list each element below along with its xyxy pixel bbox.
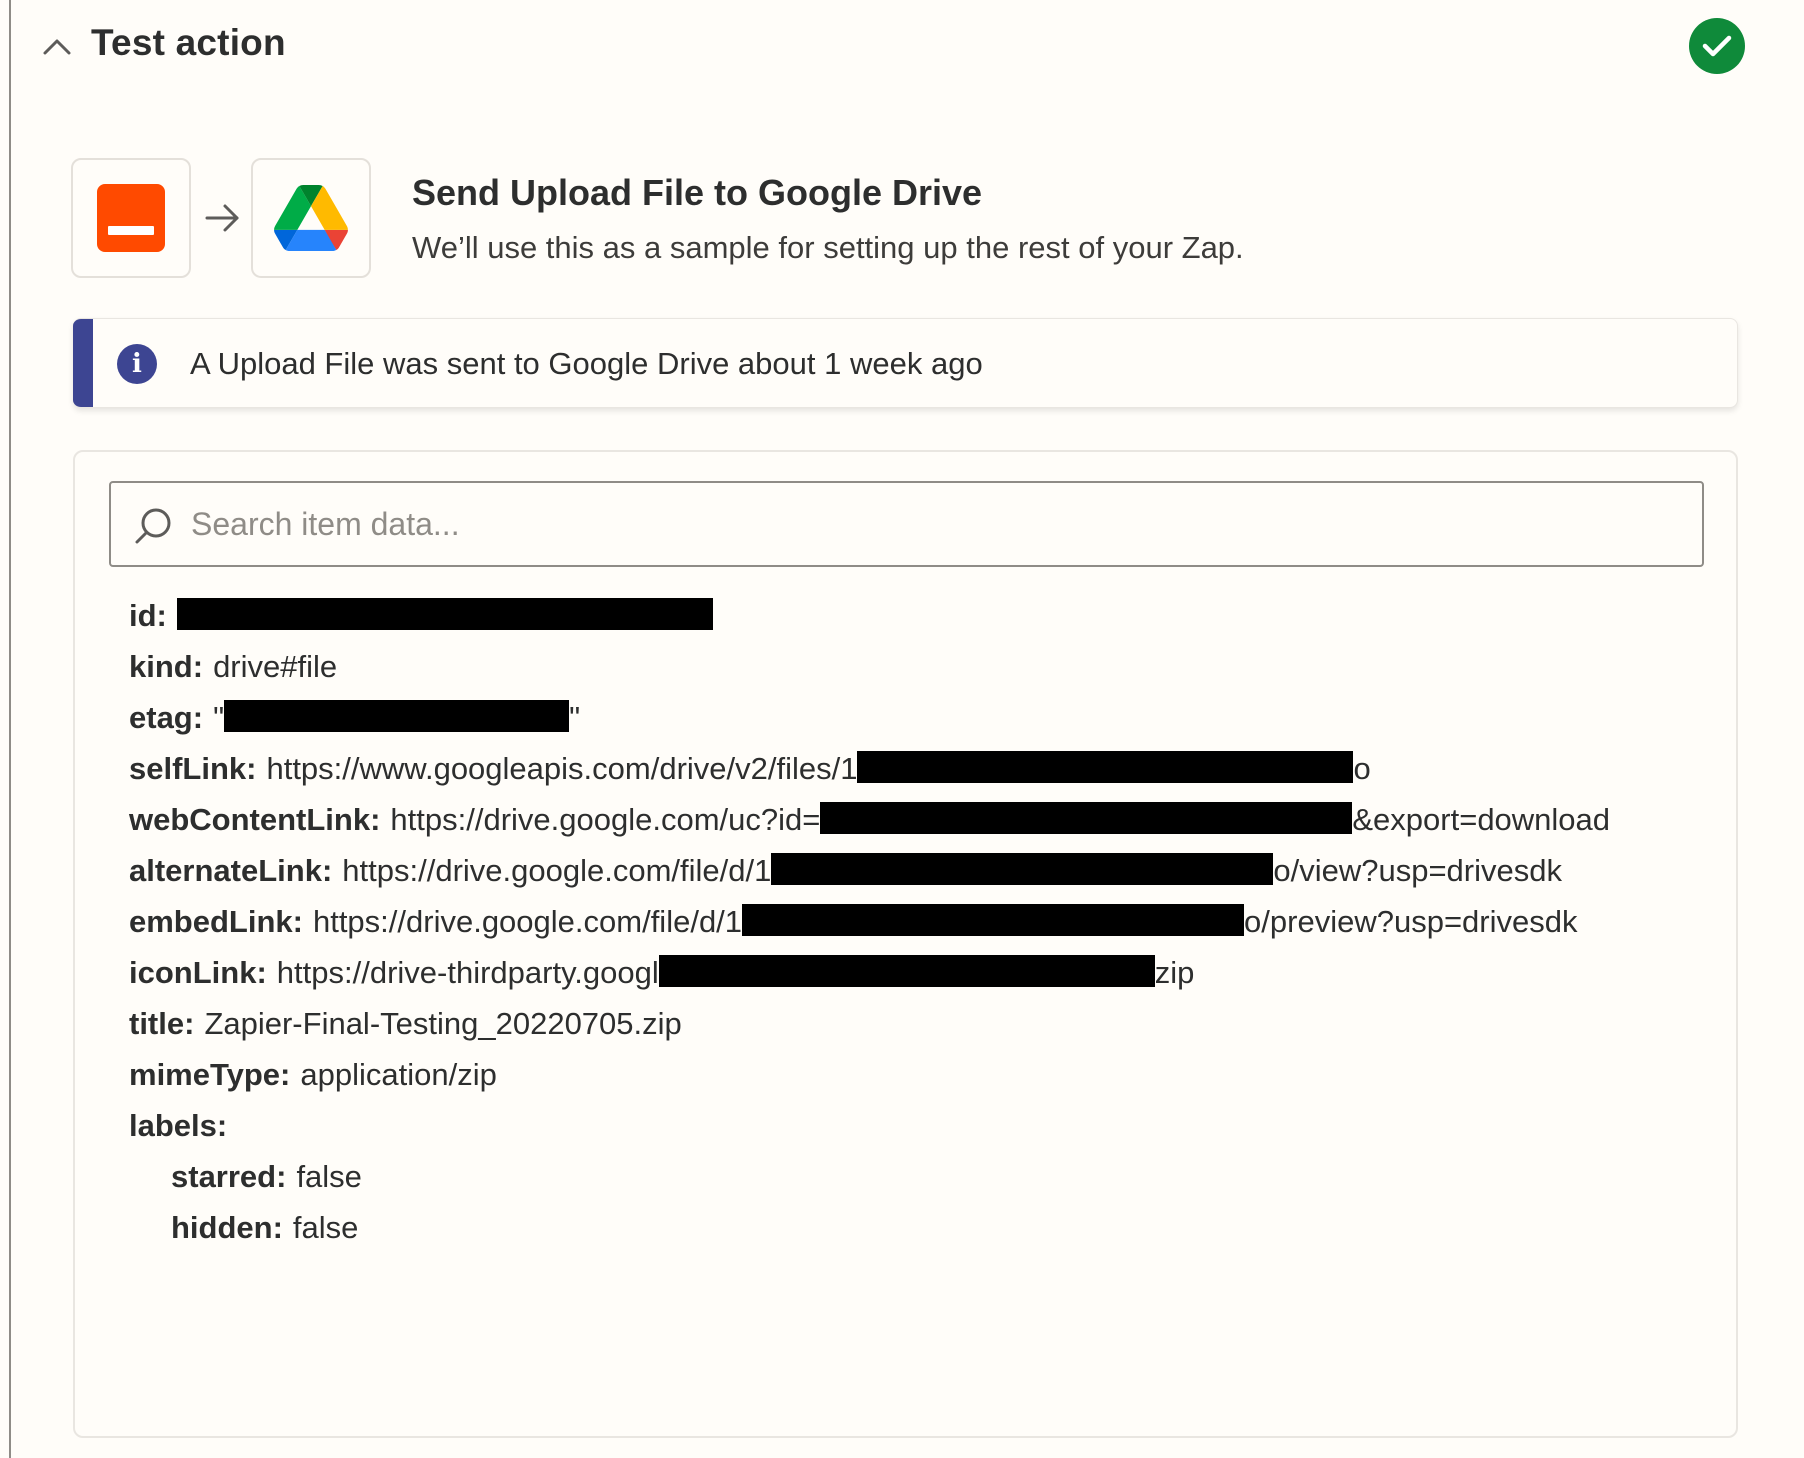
redaction-bar xyxy=(224,700,570,732)
info-banner: i A Upload File was sent to Google Drive… xyxy=(73,318,1738,408)
redaction-bar xyxy=(176,598,713,630)
item-data-list: id: kind: drive#file etag: " " selfLink: … xyxy=(129,590,1689,1253)
value-suffix: o/preview?usp=drivesdk xyxy=(1244,904,1578,939)
field-value: " " xyxy=(213,692,1483,743)
item-data-panel[interactable]: id: kind: drive#file etag: "" selfLink: … xyxy=(73,450,1738,1438)
chevron-up-icon[interactable] xyxy=(37,26,77,66)
field-key: id: xyxy=(129,598,167,633)
field-key: etag: xyxy=(129,700,204,735)
field-value: false xyxy=(292,1210,359,1245)
redaction-bar xyxy=(771,853,1274,885)
field-value: Zapier-Final-Testing_20220705.zip xyxy=(204,1006,682,1041)
field-value: false xyxy=(296,1159,362,1194)
field-row-kind: kind: drive#file xyxy=(129,641,1689,692)
section-header[interactable]: Test action xyxy=(11,0,1804,90)
value-prefix: https://drive.google.com/uc?id= xyxy=(390,802,821,837)
field-value: https://drive.google.com/file/d/1 o/view?… xyxy=(342,845,1612,896)
google-drive-icon xyxy=(274,185,348,251)
field-row-starred: starred: false xyxy=(129,1151,1689,1202)
field-value: drive#file xyxy=(213,649,338,684)
field-row-title: title: Zapier-Final-Testing_20220705.zip xyxy=(129,998,1689,1049)
source-app-icon-box xyxy=(71,158,191,278)
banner-accent-bar xyxy=(73,319,93,407)
step-summary-title: Send Upload File to Google Drive xyxy=(412,172,983,213)
value-prefix: https://www.googleapis.com/drive/v2/file… xyxy=(266,751,858,786)
info-icon: i xyxy=(117,344,157,384)
field-key: title: xyxy=(129,1006,195,1041)
redaction-bar xyxy=(658,955,1155,987)
redaction-bar xyxy=(857,751,1354,783)
field-row-iconlink: iconLink: https://drive-thirdparty.googl… xyxy=(129,947,1689,998)
field-row-selflink: selfLink: https://www.googleapis.com/dri… xyxy=(129,743,1689,794)
search-icon xyxy=(135,508,171,544)
field-key: kind: xyxy=(129,649,204,684)
field-key: mimeType: xyxy=(129,1057,291,1092)
section-title[interactable]: Test action xyxy=(91,22,286,64)
field-key: iconLink: xyxy=(129,955,267,990)
test-action-section: Test action Send Upload File to Google D… xyxy=(9,0,1804,1458)
field-row-labels: labels: xyxy=(129,1100,1689,1151)
field-row-etag: etag: " " xyxy=(129,692,1689,743)
field-value: https://drive.google.com/file/d/1 o/previ… xyxy=(313,896,1583,947)
field-value: application/zip xyxy=(300,1057,497,1092)
value-prefix: https://drive.google.com/file/d/1 xyxy=(342,853,772,888)
webhook-app-icon xyxy=(97,184,165,252)
arrow-right-icon xyxy=(205,204,239,232)
field-value: https://drive-thirdparty.googl zip xyxy=(277,947,1547,998)
value-prefix: " xyxy=(213,700,225,735)
field-value: https://drive.google.com/uc?id= &export=d… xyxy=(390,794,1660,845)
value-prefix: https://drive.google.com/file/d/1 xyxy=(312,904,743,939)
field-key: alternateLink: xyxy=(129,853,333,888)
field-value xyxy=(176,590,1447,641)
field-key: hidden: xyxy=(171,1210,283,1245)
field-key: labels: xyxy=(129,1108,228,1143)
step-summary-subtitle: We’ll use this as a sample for setting u… xyxy=(412,230,1244,265)
value-suffix: zip xyxy=(1154,955,1195,990)
value-suffix: o xyxy=(1353,751,1371,786)
redaction-bar xyxy=(820,802,1353,834)
redaction-bar xyxy=(742,904,1245,936)
field-row-alternatelink: alternateLink: https://drive.google.com/… xyxy=(129,845,1689,896)
field-row-embedlink: embedLink: https://drive.google.com/file… xyxy=(129,896,1689,947)
value-suffix: " xyxy=(569,700,581,735)
banner-text: A Upload File was sent to Google Drive a… xyxy=(190,346,983,381)
field-row-webcontentlink: webContentLink: https://drive.google.com… xyxy=(129,794,1689,845)
search-box[interactable] xyxy=(109,481,1704,567)
search-input[interactable] xyxy=(191,483,1681,565)
field-value: https://www.googleapis.com/drive/v2/file… xyxy=(266,743,1536,794)
field-row-mimetype: mimeType: application/zip xyxy=(129,1049,1689,1100)
check-circle-icon xyxy=(1689,18,1745,74)
value-prefix: https://drive-thirdparty.googl xyxy=(276,955,659,990)
field-key: starred: xyxy=(171,1159,287,1194)
value-suffix: &export=download xyxy=(1352,802,1611,837)
field-row-hidden: hidden: false xyxy=(129,1202,1689,1253)
target-app-icon-box xyxy=(251,158,371,278)
field-key: webContentLink: xyxy=(129,802,381,837)
value-suffix: o/view?usp=drivesdk xyxy=(1273,853,1562,888)
field-row-id: id: xyxy=(129,590,1689,641)
field-key: embedLink: xyxy=(129,904,303,939)
field-key: selfLink: xyxy=(129,751,257,786)
